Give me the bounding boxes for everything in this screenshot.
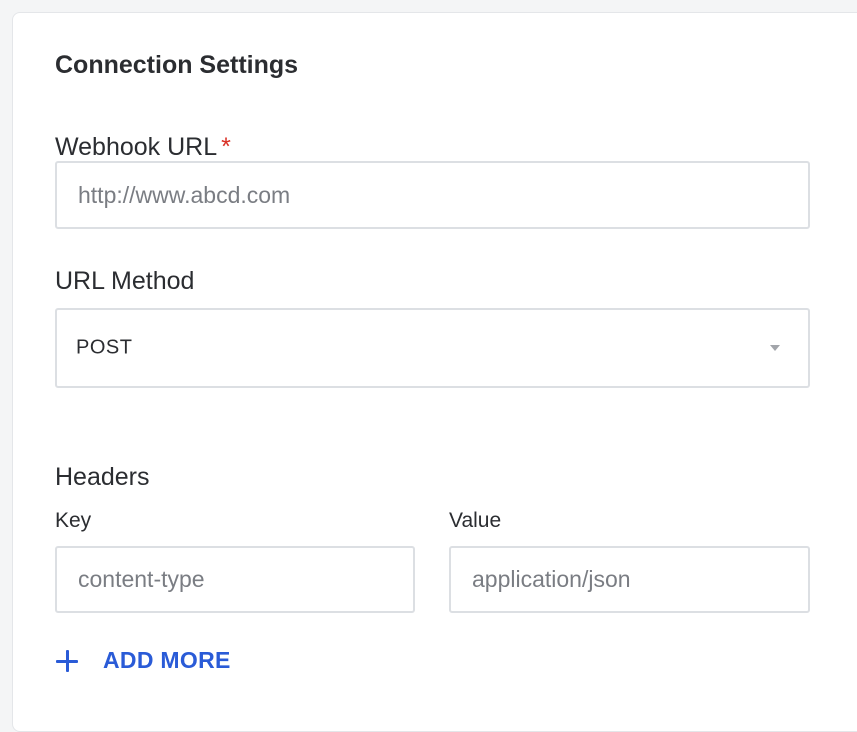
url-method-label: URL Method	[55, 267, 195, 295]
chevron-down-icon	[770, 345, 780, 351]
header-value-label: Value	[449, 509, 502, 532]
header-value-input[interactable]	[451, 548, 808, 611]
header-key-input[interactable]	[57, 548, 413, 611]
header-key-label: Key	[55, 509, 92, 532]
url-method-selected-value: POST	[76, 336, 133, 359]
section-title: Connection Settings	[55, 51, 299, 79]
webhook-url-label: Webhook URL *	[55, 133, 231, 162]
webhook-url-field[interactable]	[55, 161, 810, 229]
add-more-button[interactable]: ADD MORE	[55, 647, 231, 674]
plus-icon	[55, 649, 79, 673]
header-value-field[interactable]	[449, 546, 810, 613]
headers-title: Headers	[55, 463, 150, 491]
webhook-url-label-text: Webhook URL	[55, 133, 218, 161]
required-marker: *	[221, 133, 231, 161]
add-more-label: ADD MORE	[103, 647, 231, 673]
url-method-select[interactable]: POST	[55, 308, 810, 388]
connection-settings-card: Connection Settings Webhook URL* URL Met…	[12, 12, 857, 732]
webhook-url-input[interactable]	[57, 163, 808, 227]
header-key-field[interactable]	[55, 546, 415, 613]
